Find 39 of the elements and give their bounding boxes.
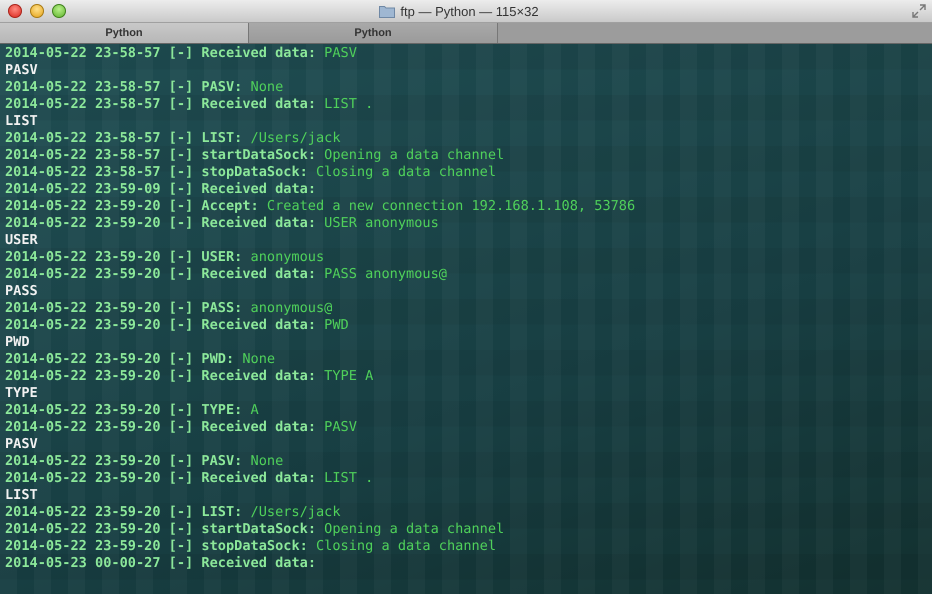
log-line: 2014-05-22 23-59-09 [-] Received data:	[5, 181, 316, 198]
zoom-button[interactable]	[52, 4, 66, 18]
log-line: 2014-05-22 23-59-20 [-] Received data: TYPE A	[5, 368, 374, 385]
minimize-button[interactable]	[30, 4, 44, 18]
output-line: LIST	[5, 487, 38, 504]
log-line: 2014-05-22 23-58-57 [-] LIST: /Users/jack	[5, 130, 341, 147]
output-line: TYPE	[5, 385, 38, 402]
log-line: 2014-05-22 23-59-20 [-] Received data: PASV	[5, 419, 357, 436]
log-line: 2014-05-22 23-58-57 [-] Received data: PASV	[5, 45, 357, 62]
log-line: 2014-05-22 23-59-20 [-] TYPE: A	[5, 402, 259, 419]
log-line: 2014-05-22 23-59-20 [-] Received data: PWD	[5, 317, 349, 334]
tab[interactable]: Python	[0, 23, 249, 43]
log-line: 2014-05-22 23-58-57 [-] stopDataSock: Closing a data channel	[5, 164, 496, 181]
log-line: 2014-05-22 23-59-20 [-] startDataSock: Opening a data channel	[5, 521, 504, 538]
log-line: 2014-05-22 23-59-20 [-] LIST: /Users/jack	[5, 504, 341, 521]
close-button[interactable]	[8, 4, 22, 18]
log-line: 2014-05-22 23-59-20 [-] stopDataSock: Closing a data channel	[5, 538, 496, 555]
folder-icon	[379, 4, 396, 18]
log-line: 2014-05-22 23-58-57 [-] PASV: None	[5, 79, 284, 96]
log-line: 2014-05-22 23-59-20 [-] PASS: anonymous@	[5, 300, 332, 317]
output-line: PASV	[5, 62, 38, 79]
log-line: 2014-05-22 23-58-57 [-] startDataSock: Opening a data channel	[5, 147, 504, 164]
log-line: 2014-05-22 23-59-20 [-] PASV: None	[5, 453, 284, 470]
output-line: PASS	[5, 283, 38, 300]
window-title: ftp — Python — 115×32	[400, 4, 539, 18]
log-line: 2014-05-23 00-00-27 [-] Received data:	[5, 555, 316, 572]
log-line: 2014-05-22 23-59-20 [-] Received data: USER anonymous	[5, 215, 439, 232]
fullscreen-icon[interactable]	[912, 4, 926, 18]
log-line: 2014-05-22 23-59-20 [-] USER: anonymous	[5, 249, 324, 266]
log-line: 2014-05-22 23-59-20 [-] Received data: PASS anonymous@	[5, 266, 447, 283]
output-line: PASV	[5, 436, 38, 453]
output-line: PWD	[5, 334, 30, 351]
tab[interactable]: Python	[249, 23, 498, 43]
output-line: LIST	[5, 113, 38, 130]
log-line: 2014-05-22 23-58-57 [-] Received data: LIST .	[5, 96, 374, 113]
log-line: 2014-05-22 23-59-20 [-] PWD: None	[5, 351, 276, 368]
log-line: 2014-05-22 23-59-20 [-] Received data: LIST .	[5, 470, 374, 487]
log-line: 2014-05-22 23-59-20 [-] Accept: Created a new connection 192.168.1.108, 53786	[5, 198, 636, 215]
output-line: USER	[5, 232, 38, 249]
